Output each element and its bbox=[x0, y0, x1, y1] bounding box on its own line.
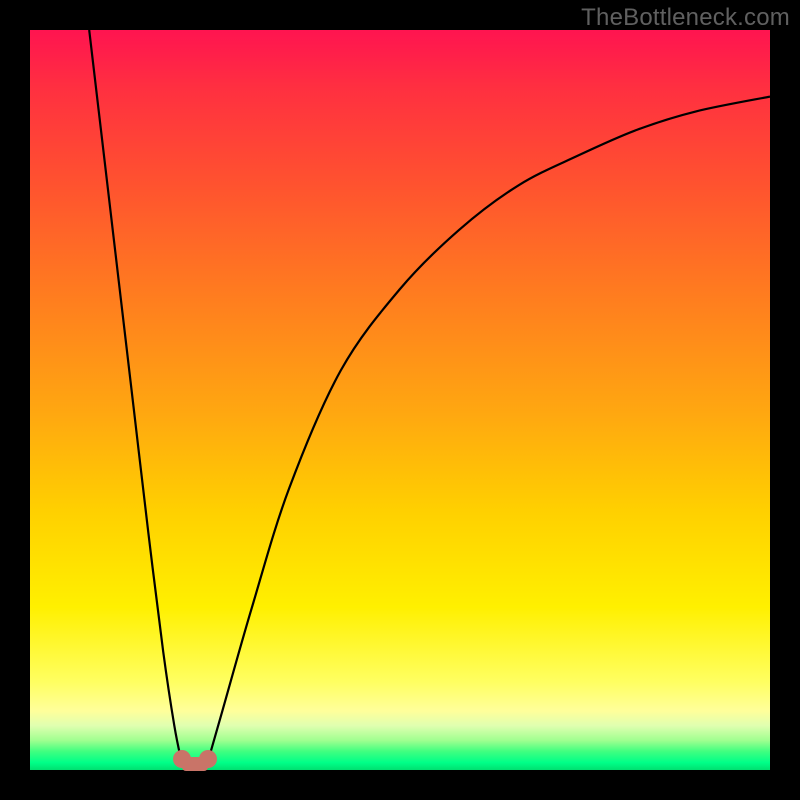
marker-min-left bbox=[173, 750, 191, 768]
curve-left-branch bbox=[89, 30, 182, 763]
marker-min-right bbox=[199, 750, 217, 768]
watermark-text: TheBottleneck.com bbox=[581, 4, 790, 32]
curve-right-branch bbox=[208, 97, 770, 763]
plot-area bbox=[30, 30, 770, 770]
curve-svg bbox=[30, 30, 770, 770]
chart-frame: TheBottleneck.com bbox=[0, 0, 800, 800]
